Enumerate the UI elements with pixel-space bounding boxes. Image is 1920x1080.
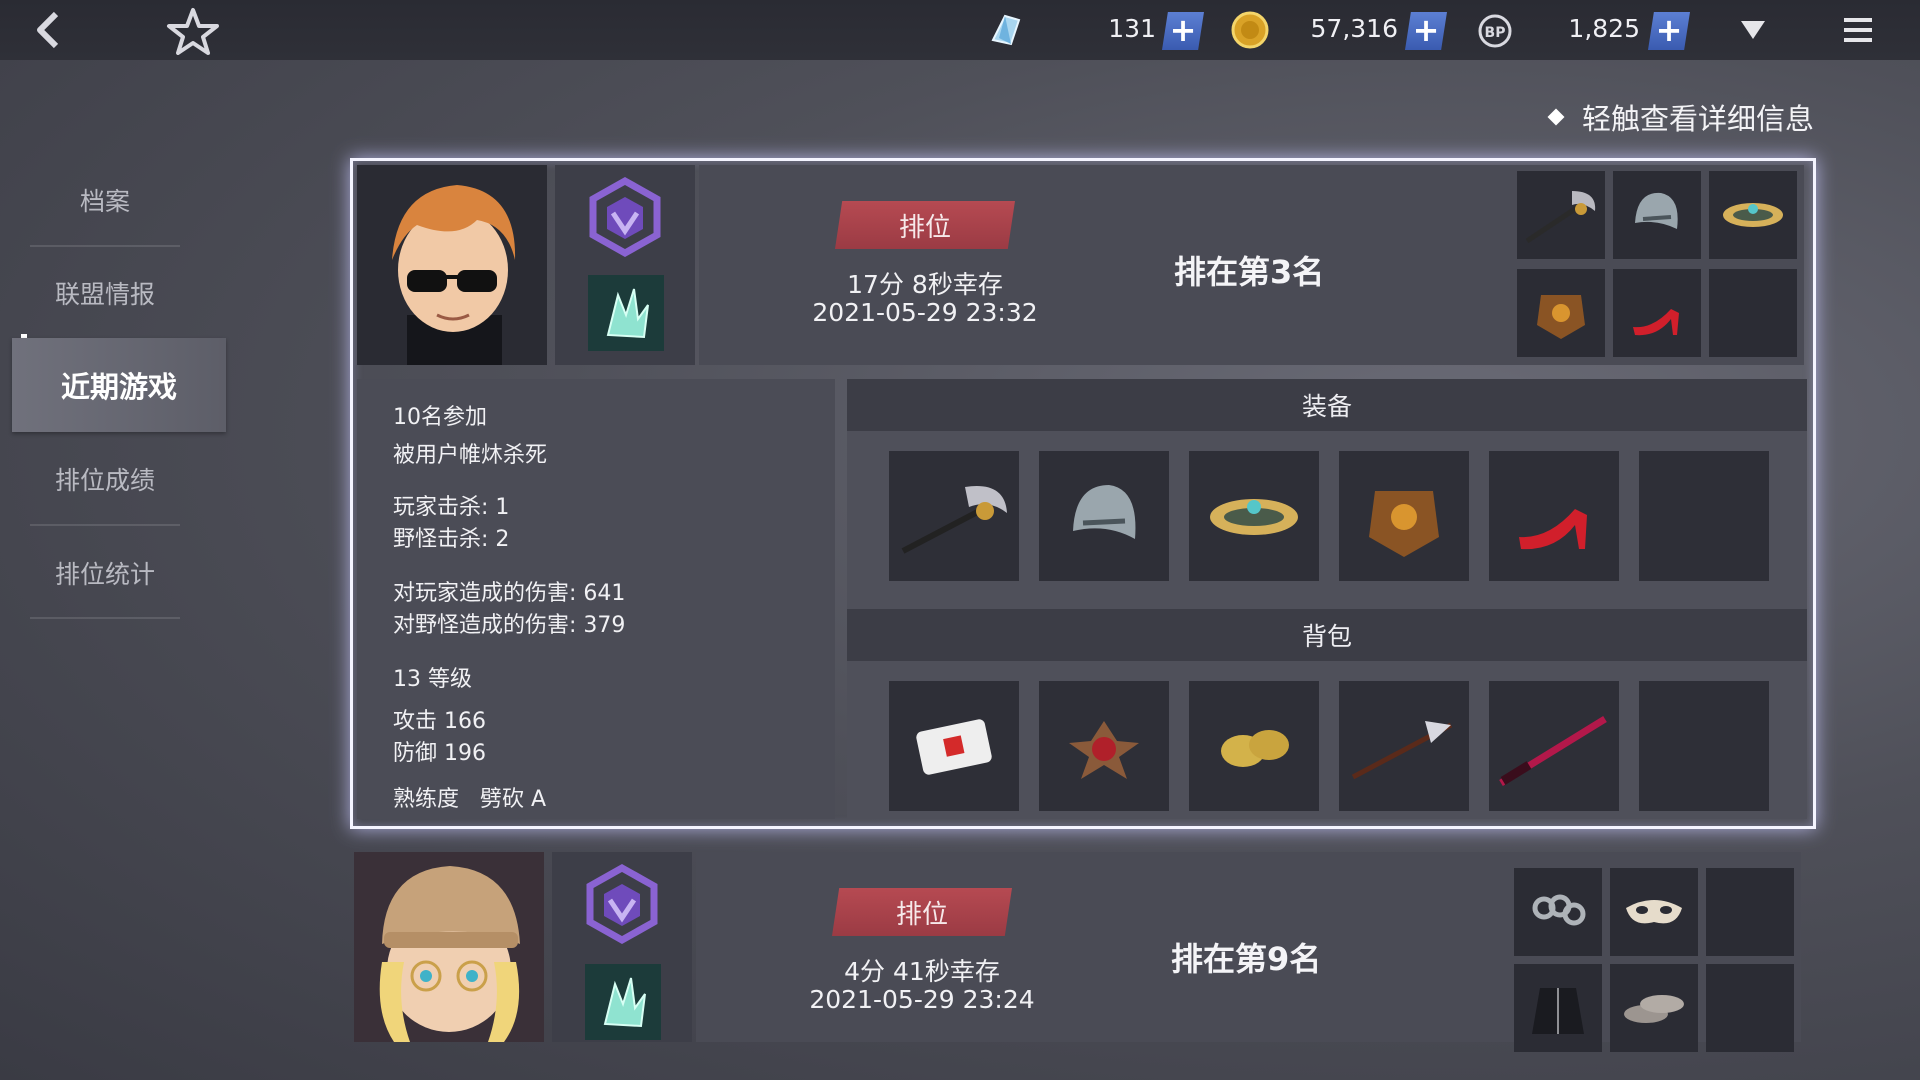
character-icons: [552, 852, 692, 1042]
mini-item-empty: [1709, 269, 1797, 357]
equipment-slot-weapon[interactable]: [889, 451, 1019, 581]
mini-item-bracelet: [1709, 171, 1797, 259]
equipment-slot-leg[interactable]: [1489, 451, 1619, 581]
game-record-card[interactable]: 排位 4分 41秒幸存 2021-05-29 23:24 排在第9名: [350, 852, 1810, 1052]
back-arrow-icon[interactable]: [28, 8, 72, 52]
player-kills: 玩家击杀: 1: [393, 495, 510, 520]
equipment-mini-grid: [1517, 171, 1797, 361]
weapon-type-icon: [588, 275, 664, 351]
detail-hint-text: 轻触查看详细信息: [1582, 102, 1815, 136]
monster-damage: 对野怪造成的伤害: 379: [393, 613, 626, 638]
game-summary: 排位 4分 41秒幸存 2021-05-29 23:24 排在第9名: [696, 852, 1801, 1052]
svg-text:BP: BP: [1485, 25, 1506, 41]
mini-item-empty: [1706, 868, 1794, 956]
equipment-slot-empty[interactable]: [1639, 451, 1769, 581]
backpack-header: 背包: [847, 609, 1807, 661]
sidebar-divider: [30, 524, 180, 526]
game-record-card[interactable]: 排位 17分 8秒幸存 2021-05-29 23:32 排在第3名 10名参加: [350, 158, 1816, 829]
mini-item-mask: [1610, 868, 1698, 956]
add-crystal-button[interactable]: +: [1162, 12, 1204, 50]
equipment-header: 装备: [847, 379, 1807, 431]
mini-item-slippers: [1610, 964, 1698, 1052]
sidebar-item-ranked-stats[interactable]: 排位统计: [30, 538, 180, 608]
sidebar-item-ranked-results[interactable]: 排位成绩: [30, 444, 180, 514]
mini-item-knuckles: [1514, 868, 1602, 956]
backpack-slot-flower[interactable]: [1039, 681, 1169, 811]
game-datetime: 2021-05-29 23:24: [809, 985, 1035, 1014]
sidebar-item-alliance[interactable]: 联盟情报: [30, 258, 180, 328]
placement-text: 排在第3名: [1174, 253, 1325, 291]
backpack-slot-potato[interactable]: [1189, 681, 1319, 811]
placement-text: 排在第9名: [1171, 940, 1322, 978]
equipment-slot-head[interactable]: [1039, 451, 1169, 581]
rank-tier-icon: [589, 177, 661, 257]
diamond-bullet-icon: [1547, 108, 1565, 126]
add-bp-button[interactable]: +: [1648, 12, 1690, 50]
game-datetime: 2021-05-29 23:32: [812, 298, 1038, 327]
bp-icon: BP: [1478, 14, 1512, 48]
ranked-mode-badge: 排位: [832, 888, 1012, 936]
coin-count: 57,316: [1310, 14, 1398, 43]
crystal-count: 131: [1108, 14, 1156, 43]
player-damage: 对玩家造成的伤害: 641: [393, 581, 626, 606]
mastery-text: 熟练度 劈砍 A: [393, 787, 547, 812]
ranked-mode-badge: 排位: [835, 201, 1015, 249]
sidebar-divider: [30, 617, 180, 619]
backpack-slot-blade[interactable]: [1489, 681, 1619, 811]
mini-item-jacket: [1514, 964, 1602, 1052]
top-bar: 131 + 57,316 + BP 1,825 +: [0, 0, 1920, 60]
attack-text: 攻击 166: [393, 709, 486, 734]
mini-item-scythe: [1517, 171, 1605, 259]
game-stats-panel: 10名参加 被用户帷炑杀死 玩家击杀: 1 野怪击杀: 2 对玩家造成的伤害: …: [357, 379, 835, 819]
killed-by-text: 被用户帷炑杀死: [393, 443, 548, 468]
backpack-slot-first-aid-kit[interactable]: [889, 681, 1019, 811]
mini-item-empty: [1706, 964, 1794, 1052]
level-text: 13 等级: [393, 667, 472, 692]
equipment-slot-chest[interactable]: [1339, 451, 1469, 581]
backpack-slot-empty[interactable]: [1639, 681, 1769, 811]
bp-count: 1,825: [1568, 14, 1640, 43]
coin-icon: [1231, 11, 1269, 49]
equipment-mini-grid: [1514, 858, 1794, 1052]
sidebar-item-recent-games[interactable]: 近期游戏: [12, 338, 226, 432]
character-icons: [555, 165, 695, 365]
defense-text: 防御 196: [393, 741, 486, 766]
mini-item-red-heels: [1613, 269, 1701, 357]
equipment-panel: 装备 背包: [847, 379, 1807, 819]
monster-kills: 野怪击杀: 2: [393, 527, 510, 552]
mini-item-helmet: [1613, 171, 1701, 259]
star-icon[interactable]: [165, 7, 221, 55]
add-coin-button[interactable]: +: [1405, 12, 1447, 50]
survival-time: 4分 41秒幸存: [844, 957, 1000, 986]
sidebar-item-profile[interactable]: 档案: [30, 165, 180, 235]
weapon-type-icon: [585, 964, 661, 1040]
character-portrait: [357, 165, 547, 365]
detail-hint: 轻触查看详细信息: [1547, 96, 1815, 138]
survival-time: 17分 8秒幸存: [847, 270, 1003, 299]
menu-icon[interactable]: [1842, 14, 1874, 46]
sidebar-divider: [30, 245, 180, 247]
backpack-slot-spear[interactable]: [1339, 681, 1469, 811]
character-portrait: [354, 852, 544, 1042]
dropdown-triangle-icon[interactable]: [1738, 18, 1768, 42]
participants-text: 10名参加: [393, 405, 487, 430]
game-summary: 排位 17分 8秒幸存 2021-05-29 23:32 排在第3名: [699, 165, 1804, 365]
equipment-slot-arm[interactable]: [1189, 451, 1319, 581]
mini-item-armor: [1517, 269, 1605, 357]
crystal-icon: [991, 14, 1021, 46]
rank-tier-icon: [586, 864, 658, 944]
